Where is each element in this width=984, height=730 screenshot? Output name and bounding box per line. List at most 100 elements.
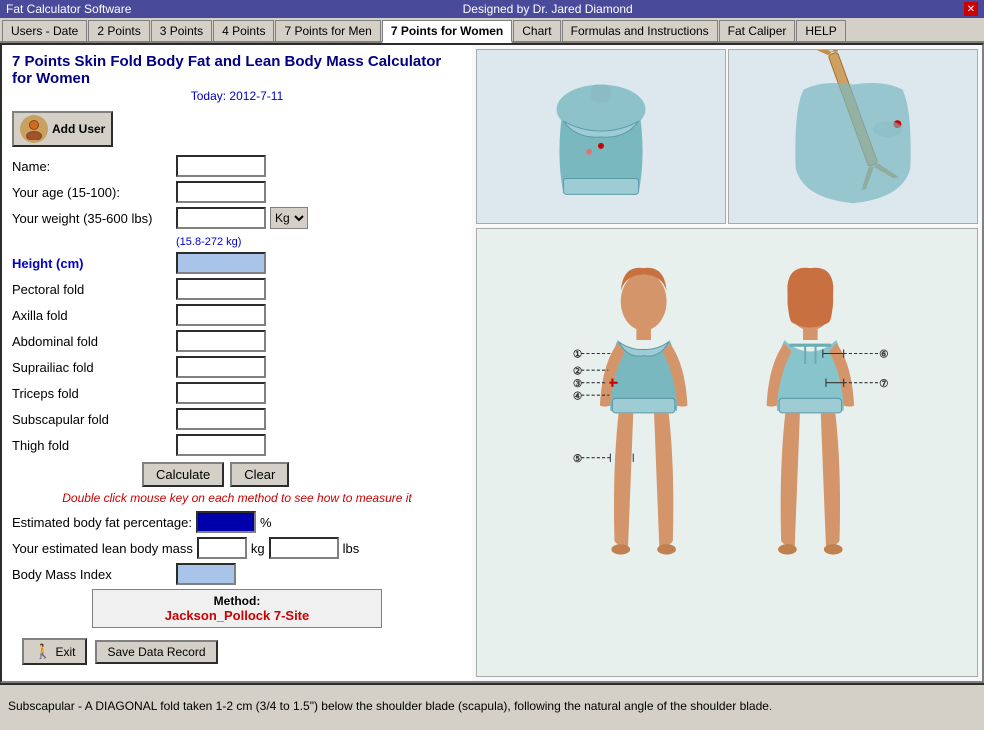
triceps-row: Triceps fold <box>12 382 462 404</box>
user-icon <box>20 115 48 143</box>
method-box: Method: Jackson_Pollock 7-Site <box>92 589 382 628</box>
subscapular-label: Subscapular fold <box>12 412 172 427</box>
svg-text:⑥: ⑥ <box>879 350 888 361</box>
height-label: Height (cm) <box>12 256 172 271</box>
name-input[interactable] <box>176 155 266 177</box>
bmi-input[interactable] <box>176 563 236 585</box>
save-button[interactable]: Save Data Record <box>95 640 217 664</box>
tab-formulas[interactable]: Formulas and Instructions <box>562 20 718 41</box>
tab-3-points[interactable]: 3 Points <box>151 20 212 41</box>
main-content: 7 Points Skin Fold Body Fat and Lean Bod… <box>0 43 984 683</box>
subscapular-row: Subscapular fold <box>12 408 462 430</box>
exit-icon: 🚶 <box>34 643 51 660</box>
weight-label: Your weight (35-600 lbs) <box>12 211 172 226</box>
lbm-label: Your estimated lean body mass <box>12 541 193 556</box>
svg-text:①: ① <box>573 350 582 361</box>
back-caliper-image <box>728 49 978 224</box>
suprailiac-label: Suprailiac fold <box>12 360 172 375</box>
tab-fat-caliper[interactable]: Fat Caliper <box>719 20 796 41</box>
top-images <box>476 49 978 224</box>
full-body-image: ① ② ③ ④ ⑤ <box>476 228 978 677</box>
suprailiac-input[interactable] <box>176 356 266 378</box>
save-label: Save Data Record <box>107 645 205 659</box>
right-panel: ① ② ③ ④ ⑤ <box>472 45 982 681</box>
age-input[interactable] <box>176 181 266 203</box>
full-body-svg: ① ② ③ ④ ⑤ <box>477 229 977 676</box>
exit-button[interactable]: 🚶 Exit <box>22 638 87 665</box>
triceps-label: Triceps fold <box>12 386 172 401</box>
tab-7-points-women[interactable]: 7 Points for Women <box>382 20 512 43</box>
tab-2-points[interactable]: 2 Points <box>88 20 149 41</box>
bf-value-box <box>196 511 256 533</box>
lbm-lbs-input[interactable] <box>269 537 339 559</box>
method-label: Method: <box>101 594 373 608</box>
suprailiac-row: Suprailiac fold <box>12 356 462 378</box>
bf-label: Estimated body fat percentage: <box>12 515 192 530</box>
axilla-label: Axilla fold <box>12 308 172 323</box>
method-value: Jackson_Pollock 7-Site <box>101 608 373 623</box>
title-bar: Fat Calculator Software Designed by Dr. … <box>0 0 984 18</box>
exit-label: Exit <box>55 645 75 659</box>
svg-text:②: ② <box>573 366 582 377</box>
add-user-button[interactable]: Add User <box>12 111 113 147</box>
add-user-label: Add User <box>52 122 105 136</box>
weight-input[interactable] <box>176 207 266 229</box>
lbm-kg-unit: kg <box>251 541 265 556</box>
tab-users-date[interactable]: Users - Date <box>2 20 87 41</box>
button-row: Calculate Clear <box>142 462 462 487</box>
age-label: Your age (15-100): <box>12 185 172 200</box>
svg-text:⑤: ⑤ <box>573 454 582 465</box>
bf-row: Estimated body fat percentage: % <box>12 511 462 533</box>
name-label: Name: <box>12 159 172 174</box>
pectoral-label: Pectoral fold <box>12 282 172 297</box>
back-caliper-svg <box>729 50 977 223</box>
abdominal-label: Abdominal fold <box>12 334 172 349</box>
tab-4-points[interactable]: 4 Points <box>213 20 274 41</box>
pectoral-row: Pectoral fold <box>12 278 462 300</box>
lbm-lbs-unit: lbs <box>343 541 360 556</box>
nav-tabs: Users - Date2 Points3 Points4 Points7 Po… <box>0 18 984 43</box>
pectoral-input[interactable] <box>176 278 266 300</box>
today-date: Today: 2012-7-11 <box>12 89 462 103</box>
status-text: Subscapular - A DIAGONAL fold taken 1-2 … <box>8 699 772 713</box>
svg-text:④: ④ <box>573 391 582 402</box>
left-panel: 7 Points Skin Fold Body Fat and Lean Bod… <box>2 45 472 681</box>
title-right: Designed by Dr. Jared Diamond <box>463 2 633 16</box>
svg-text:③: ③ <box>573 379 582 390</box>
triceps-input[interactable] <box>176 382 266 404</box>
tab-chart[interactable]: Chart <box>513 20 560 41</box>
svg-text:⑦: ⑦ <box>879 379 888 390</box>
tab-help[interactable]: HELP <box>796 20 845 41</box>
axilla-row: Axilla fold <box>12 304 462 326</box>
thigh-input[interactable] <box>176 434 266 456</box>
axilla-input[interactable] <box>176 304 266 326</box>
weight-unit-select[interactable]: Kg lbs <box>270 207 308 229</box>
thigh-row: Thigh fold <box>12 434 462 456</box>
abdominal-input[interactable] <box>176 330 266 352</box>
bmi-label: Body Mass Index <box>12 567 172 582</box>
double-click-hint: Double click mouse key on each method to… <box>12 491 462 505</box>
status-bar: Subscapular - A DIAGONAL fold taken 1-2 … <box>0 683 984 727</box>
lbm-row: Your estimated lean body mass kg lbs <box>12 537 462 559</box>
front-torso-svg <box>477 50 725 223</box>
weight-subtext: (15.8-272 kg) <box>172 233 462 248</box>
tab-7-points-men[interactable]: 7 Points for Men <box>275 20 380 41</box>
close-button[interactable]: ✕ <box>964 2 978 16</box>
weight-row: Your weight (35-600 lbs) Kg lbs <box>12 207 462 229</box>
height-row: Height (cm) <box>12 252 462 274</box>
bmi-row: Body Mass Index <box>12 563 462 585</box>
title-left: Fat Calculator Software <box>6 2 131 16</box>
page-title: 7 Points Skin Fold Body Fat and Lean Bod… <box>12 53 462 87</box>
age-row: Your age (15-100): <box>12 181 462 203</box>
front-torso-image <box>476 49 726 224</box>
weight-inputs: Kg lbs <box>176 207 308 229</box>
lbm-kg-input[interactable] <box>197 537 247 559</box>
name-row: Name: <box>12 155 462 177</box>
calculate-button[interactable]: Calculate <box>142 462 224 487</box>
subscapular-input[interactable] <box>176 408 266 430</box>
bf-unit: % <box>260 515 272 530</box>
clear-button[interactable]: Clear <box>230 462 289 487</box>
height-input[interactable] <box>176 252 266 274</box>
thigh-label: Thigh fold <box>12 438 172 453</box>
footer-buttons: 🚶 Exit Save Data Record <box>12 638 462 665</box>
